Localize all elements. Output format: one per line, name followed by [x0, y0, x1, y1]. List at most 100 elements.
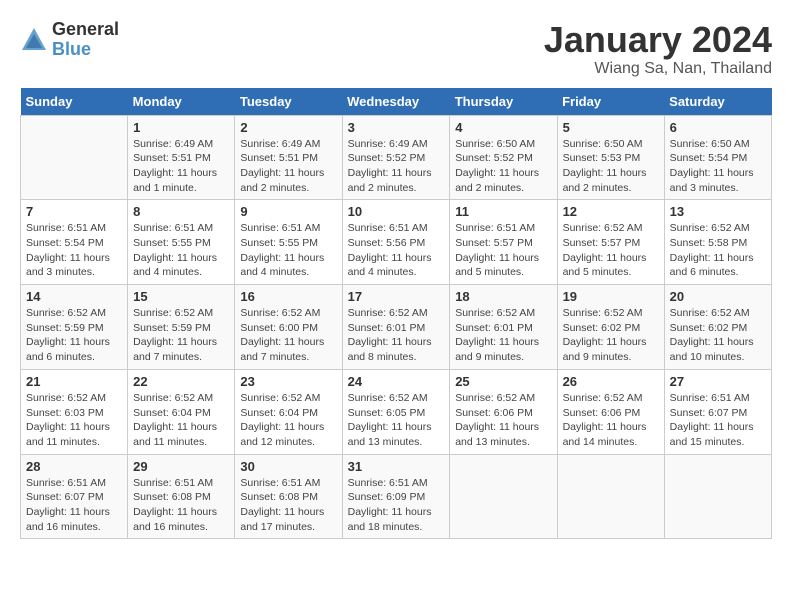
day-number: 24 [348, 374, 445, 389]
day-info: Sunrise: 6:50 AM Sunset: 5:53 PM Dayligh… [563, 137, 659, 196]
day-info: Sunrise: 6:52 AM Sunset: 6:04 PM Dayligh… [133, 391, 229, 450]
calendar-week-row: 14Sunrise: 6:52 AM Sunset: 5:59 PM Dayli… [21, 285, 772, 370]
calendar-cell: 19Sunrise: 6:52 AM Sunset: 6:02 PM Dayli… [557, 285, 664, 370]
day-number: 31 [348, 459, 445, 474]
page-header: General Blue January 2024 Wiang Sa, Nan,… [20, 20, 772, 78]
calendar-week-row: 28Sunrise: 6:51 AM Sunset: 6:07 PM Dayli… [21, 454, 772, 539]
day-info: Sunrise: 6:51 AM Sunset: 5:57 PM Dayligh… [455, 221, 551, 280]
title-area: January 2024 Wiang Sa, Nan, Thailand [544, 20, 772, 78]
day-info: Sunrise: 6:51 AM Sunset: 5:55 PM Dayligh… [133, 221, 229, 280]
logo-icon [20, 26, 48, 54]
calendar-header-saturday: Saturday [664, 88, 771, 116]
day-info: Sunrise: 6:52 AM Sunset: 5:59 PM Dayligh… [133, 306, 229, 365]
day-info: Sunrise: 6:50 AM Sunset: 5:54 PM Dayligh… [670, 137, 766, 196]
day-number: 6 [670, 120, 766, 135]
day-number: 10 [348, 204, 445, 219]
day-number: 7 [26, 204, 122, 219]
day-info: Sunrise: 6:52 AM Sunset: 5:58 PM Dayligh… [670, 221, 766, 280]
calendar-cell: 16 Sunrise: 6:52 AM Sunset: 6:00 PM Dayli… [235, 285, 342, 370]
calendar-cell [557, 454, 664, 539]
logo-blue: Blue [52, 40, 119, 60]
location: Wiang Sa, Nan, Thailand [544, 60, 772, 78]
calendar-cell: 2 Sunrise: 6:49 AM Sunset: 5:51 PM Daylig… [235, 115, 342, 200]
day-number: 26 [563, 374, 659, 389]
day-number: 13 [670, 204, 766, 219]
calendar-cell: 21 Sunrise: 6:52 AM Sunset: 6:03 PM Dayli… [21, 369, 128, 454]
calendar-cell [450, 454, 557, 539]
logo: General Blue [20, 20, 119, 60]
calendar-cell: 15 Sunrise: 6:52 AM Sunset: 5:59 PM Dayli… [128, 285, 235, 370]
day-info: Sunrise: 6:49 AM Sunset: 5:52 PM Dayligh… [348, 137, 445, 196]
day-info: Sunrise: 6:52 AM Sunset: 6:06 PM Dayligh… [455, 391, 551, 450]
day-info: Sunrise: 6:52 AM Sunset: 5:57 PM Dayligh… [563, 221, 659, 280]
day-number: 29 [133, 459, 229, 474]
logo-text: General Blue [52, 20, 119, 60]
calendar-cell: 1Sunrise: 6:49 AM Sunset: 5:51 PM Daylig… [128, 115, 235, 200]
day-number: 21 [26, 374, 122, 389]
day-number: 2 [240, 120, 336, 135]
calendar-cell: 4 Sunrise: 6:50 AM Sunset: 5:52 PM Daylig… [450, 115, 557, 200]
calendar-cell: 12 Sunrise: 6:52 AM Sunset: 5:57 PM Dayli… [557, 200, 664, 285]
calendar-cell: 24Sunrise: 6:52 AM Sunset: 6:05 PM Dayli… [342, 369, 450, 454]
day-number: 8 [133, 204, 229, 219]
calendar-cell: 14Sunrise: 6:52 AM Sunset: 5:59 PM Dayli… [21, 285, 128, 370]
day-info: Sunrise: 6:52 AM Sunset: 6:00 PM Dayligh… [240, 306, 336, 365]
calendar-cell [664, 454, 771, 539]
day-info: Sunrise: 6:52 AM Sunset: 6:01 PM Dayligh… [455, 306, 551, 365]
calendar-cell: 3Sunrise: 6:49 AM Sunset: 5:52 PM Daylig… [342, 115, 450, 200]
day-number: 17 [348, 289, 445, 304]
month-title: January 2024 [544, 20, 772, 60]
calendar-cell: 18Sunrise: 6:52 AM Sunset: 6:01 PM Dayli… [450, 285, 557, 370]
day-number: 15 [133, 289, 229, 304]
day-number: 20 [670, 289, 766, 304]
calendar-cell: 28Sunrise: 6:51 AM Sunset: 6:07 PM Dayli… [21, 454, 128, 539]
calendar-header-tuesday: Tuesday [235, 88, 342, 116]
calendar-header-wednesday: Wednesday [342, 88, 450, 116]
calendar-cell: 27 Sunrise: 6:51 AM Sunset: 6:07 PM Dayli… [664, 369, 771, 454]
calendar-week-row: 7 Sunrise: 6:51 AM Sunset: 5:54 PM Daylig… [21, 200, 772, 285]
day-info: Sunrise: 6:51 AM Sunset: 6:07 PM Dayligh… [670, 391, 766, 450]
calendar-cell: 8 Sunrise: 6:51 AM Sunset: 5:55 PM Daylig… [128, 200, 235, 285]
calendar-cell: 7 Sunrise: 6:51 AM Sunset: 5:54 PM Daylig… [21, 200, 128, 285]
calendar-cell: 22 Sunrise: 6:52 AM Sunset: 6:04 PM Dayli… [128, 369, 235, 454]
day-info: Sunrise: 6:52 AM Sunset: 5:59 PM Dayligh… [26, 306, 122, 365]
calendar-cell: 6 Sunrise: 6:50 AM Sunset: 5:54 PM Daylig… [664, 115, 771, 200]
day-info: Sunrise: 6:52 AM Sunset: 6:03 PM Dayligh… [26, 391, 122, 450]
calendar-cell: 23Sunrise: 6:52 AM Sunset: 6:04 PM Dayli… [235, 369, 342, 454]
day-info: Sunrise: 6:49 AM Sunset: 5:51 PM Dayligh… [133, 137, 229, 196]
day-number: 27 [670, 374, 766, 389]
day-info: Sunrise: 6:49 AM Sunset: 5:51 PM Dayligh… [240, 137, 336, 196]
day-info: Sunrise: 6:52 AM Sunset: 6:04 PM Dayligh… [240, 391, 336, 450]
day-info: Sunrise: 6:51 AM Sunset: 6:08 PM Dayligh… [133, 476, 229, 535]
calendar-header-sunday: Sunday [21, 88, 128, 116]
calendar-cell: 31 Sunrise: 6:51 AM Sunset: 6:09 PM Dayli… [342, 454, 450, 539]
day-number: 12 [563, 204, 659, 219]
calendar-header-friday: Friday [557, 88, 664, 116]
day-number: 4 [455, 120, 551, 135]
day-number: 16 [240, 289, 336, 304]
calendar-cell: 11 Sunrise: 6:51 AM Sunset: 5:57 PM Dayli… [450, 200, 557, 285]
day-number: 25 [455, 374, 551, 389]
day-info: Sunrise: 6:51 AM Sunset: 6:09 PM Dayligh… [348, 476, 445, 535]
day-info: Sunrise: 6:51 AM Sunset: 6:08 PM Dayligh… [240, 476, 336, 535]
calendar-cell: 25 Sunrise: 6:52 AM Sunset: 6:06 PM Dayli… [450, 369, 557, 454]
day-info: Sunrise: 6:51 AM Sunset: 5:54 PM Dayligh… [26, 221, 122, 280]
calendar-table: SundayMondayTuesdayWednesdayThursdayFrid… [20, 88, 772, 540]
day-number: 19 [563, 289, 659, 304]
calendar-cell: 20 Sunrise: 6:52 AM Sunset: 6:02 PM Dayli… [664, 285, 771, 370]
day-info: Sunrise: 6:52 AM Sunset: 6:06 PM Dayligh… [563, 391, 659, 450]
calendar-header-row: SundayMondayTuesdayWednesdayThursdayFrid… [21, 88, 772, 116]
day-number: 5 [563, 120, 659, 135]
day-number: 28 [26, 459, 122, 474]
calendar-week-row: 1Sunrise: 6:49 AM Sunset: 5:51 PM Daylig… [21, 115, 772, 200]
day-number: 22 [133, 374, 229, 389]
calendar-cell: 10Sunrise: 6:51 AM Sunset: 5:56 PM Dayli… [342, 200, 450, 285]
calendar-cell: 5 Sunrise: 6:50 AM Sunset: 5:53 PM Daylig… [557, 115, 664, 200]
day-number: 30 [240, 459, 336, 474]
calendar-cell: 30 Sunrise: 6:51 AM Sunset: 6:08 PM Dayli… [235, 454, 342, 539]
day-info: Sunrise: 6:52 AM Sunset: 6:02 PM Dayligh… [670, 306, 766, 365]
logo-general: General [52, 20, 119, 40]
day-number: 11 [455, 204, 551, 219]
day-info: Sunrise: 6:50 AM Sunset: 5:52 PM Dayligh… [455, 137, 551, 196]
day-number: 9 [240, 204, 336, 219]
